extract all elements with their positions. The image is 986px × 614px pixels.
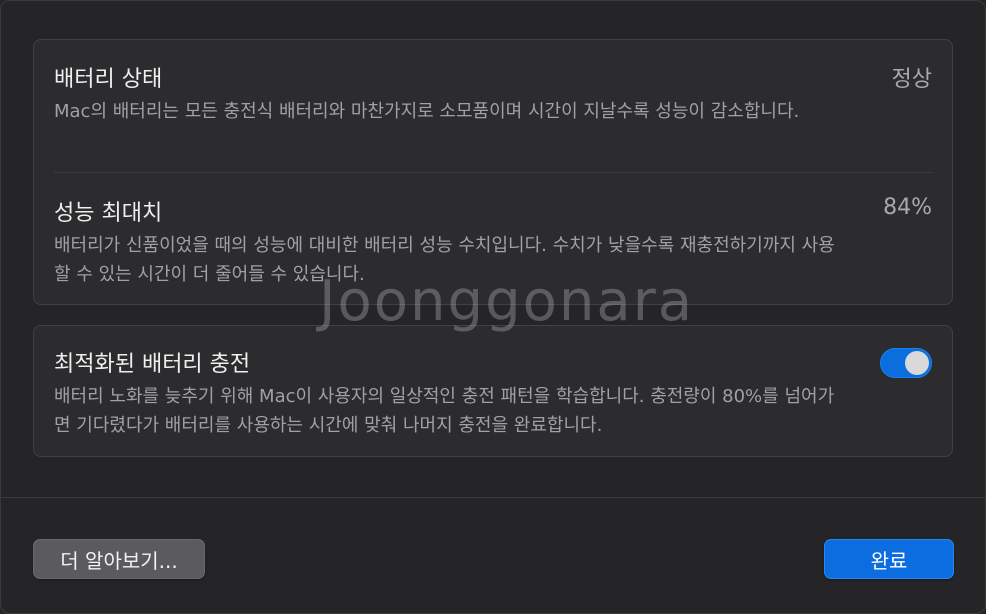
footer-divider xyxy=(1,497,985,498)
optimized-charging-card: 최적화된 배터리 충전 배터리 노화를 늦추기 위해 Mac이 사용자의 일상적… xyxy=(33,325,953,457)
battery-health-description: Mac의 배터리는 모든 충전식 배터리와 마찬가지로 소모품이며 시간이 지날… xyxy=(54,101,800,122)
battery-health-title: 배터리 상태 xyxy=(54,67,163,92)
done-button[interactable]: 완료 xyxy=(824,539,954,579)
optimized-charging-description: 배터리 노화를 늦추기 위해 Mac이 사용자의 일상적인 충전 패턴을 학습합… xyxy=(54,386,835,436)
divider xyxy=(54,172,932,173)
max-capacity-title: 성능 최대치 xyxy=(54,201,163,226)
optimized-charging-row: 최적화된 배터리 충전 배터리 노화를 늦추기 위해 Mac이 사용자의 일상적… xyxy=(54,346,932,456)
max-capacity-description: 배터리가 신품이었을 때의 성능에 대비한 배터리 성능 수치입니다. 수치가 … xyxy=(54,235,835,285)
learn-more-button[interactable]: 더 알아보기... xyxy=(33,539,205,579)
toggle-knob xyxy=(905,351,929,375)
max-capacity-row: 성능 최대치 84% 배터리가 신품이었을 때의 성능에 대비한 배터리 성능 … xyxy=(54,195,932,305)
battery-health-row: 배터리 상태 정상 Mac의 배터리는 모든 충전식 배터리와 마찬가지로 소모… xyxy=(54,61,932,181)
battery-health-dialog: 배터리 상태 정상 Mac의 배터리는 모든 충전식 배터리와 마찬가지로 소모… xyxy=(0,0,986,614)
optimized-charging-toggle[interactable] xyxy=(880,348,932,378)
battery-health-value: 정상 xyxy=(891,67,932,92)
max-capacity-value: 84% xyxy=(883,195,932,220)
optimized-charging-title: 최적화된 배터리 충전 xyxy=(54,352,251,377)
battery-info-card: 배터리 상태 정상 Mac의 배터리는 모든 충전식 배터리와 마찬가지로 소모… xyxy=(33,39,953,305)
